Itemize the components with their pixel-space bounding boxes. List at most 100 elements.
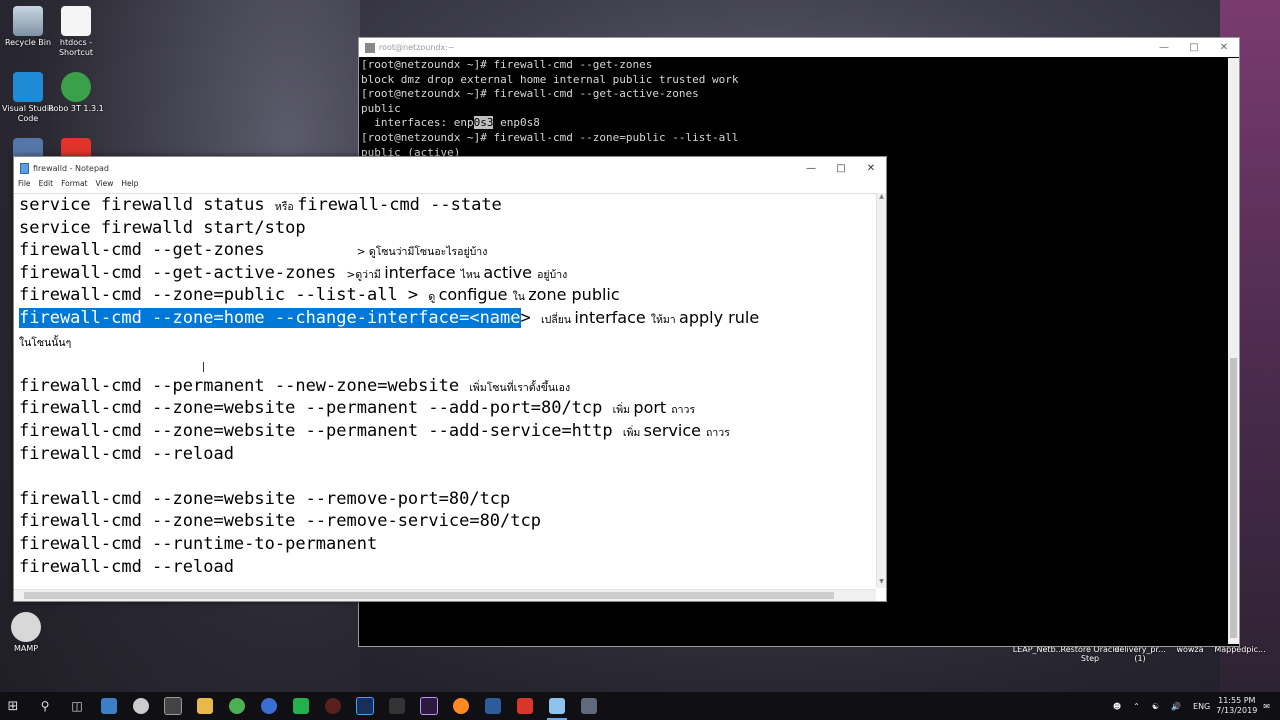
chevron-up-icon[interactable]: ⌃ (1133, 702, 1140, 711)
line-icon (293, 698, 309, 714)
text-line: firewall-cmd --reload (19, 443, 234, 464)
taskbar-app[interactable] (384, 692, 410, 720)
virtualbox-icon (485, 698, 501, 714)
taskbar-app[interactable] (192, 692, 218, 720)
taskbar-app[interactable] (224, 692, 250, 720)
horizontal-scroll-thumb[interactable] (24, 592, 834, 599)
taskbar-app[interactable] (160, 692, 186, 720)
text-line: service firewalld status หรือ firewall-c… (19, 194, 502, 218)
minimize-icon[interactable]: — (796, 163, 826, 174)
notification-icon[interactable]: ✉ (1263, 702, 1270, 711)
text-line: firewall-cmd --get-active-zones >ดูว่ามี… (19, 262, 567, 286)
text-segment: เพิ่มโซนที่เราตั้งขึ้นเอง (469, 381, 571, 394)
notepad-icon (20, 162, 29, 174)
taskbar-app[interactable] (448, 692, 474, 720)
people-icon[interactable]: ☻ (1113, 702, 1121, 711)
close-icon[interactable]: ✕ (1209, 42, 1239, 53)
clock[interactable]: 11:55 PM 7/13/2019 (1216, 696, 1257, 716)
text-segment: ไหน (460, 268, 484, 281)
mamp-elephant-icon (11, 612, 41, 642)
notepad-title-bar[interactable]: firewalld - Notepad — □ ✕ (14, 157, 886, 179)
terminal-icon (365, 42, 375, 53)
taskbar-app[interactable] (416, 692, 442, 720)
text-segment: อยู่บ้าง (537, 268, 568, 281)
terminal-output[interactable]: [root@netzoundx ~]# firewall-cmd --get-z… (359, 57, 1239, 161)
terminal-line: public (361, 101, 401, 115)
taskbar-app[interactable] (320, 692, 346, 720)
notepad-text-area[interactable]: service firewalld status หรือ firewall-c… (14, 193, 876, 589)
photoshop-icon (356, 697, 374, 715)
text-segment: ดู (428, 291, 439, 304)
app-icon (325, 698, 341, 714)
taskbar-app[interactable] (96, 692, 122, 720)
language-indicator[interactable]: ENG (1193, 702, 1210, 711)
text-segment: หรือ (274, 201, 298, 213)
premiere-icon (420, 697, 438, 715)
terminal-text: enp0s8 (493, 116, 540, 130)
menu-file[interactable]: File (18, 179, 31, 192)
wifi-icon[interactable]: ☯ (1152, 702, 1159, 711)
text-line: firewall-cmd --zone=website --remove-ser… (19, 511, 541, 532)
menu-edit[interactable]: Edit (39, 179, 54, 192)
app-icon (581, 698, 597, 714)
text-segment: ใน (512, 291, 529, 304)
search-icon: ⚲ (40, 699, 50, 713)
text-segment: active (483, 262, 538, 282)
menu-view[interactable]: View (96, 179, 114, 192)
text-segment: configue (438, 285, 513, 305)
start-button[interactable]: ⊞ (0, 692, 26, 720)
text-segment: firewall-cmd --get-active-zones (19, 262, 347, 283)
text-line: firewall-cmd --zone=website --permanent … (19, 397, 695, 421)
volume-icon[interactable]: 🔊 (1171, 702, 1181, 711)
taskbar-app[interactable] (576, 692, 602, 720)
desktop-icon-mamp[interactable]: MAMP (0, 612, 54, 654)
selected-text: firewall-cmd --zone=home --change-interf… (19, 308, 521, 328)
minimize-icon[interactable]: — (1149, 42, 1179, 53)
desktop-icon-robo3t[interactable]: Robo 3T 1.3.1 (48, 72, 104, 114)
taskbar-app[interactable] (256, 692, 282, 720)
menu-help[interactable]: Help (121, 179, 138, 192)
taskbar-app[interactable] (352, 692, 378, 720)
close-icon[interactable]: ✕ (856, 163, 886, 174)
maximize-icon[interactable]: □ (1179, 42, 1209, 53)
text-segment: > (520, 308, 541, 328)
text-line: firewall-cmd --zone=home --change-interf… (19, 307, 759, 331)
terminal-title-bar[interactable]: root@netzoundx:~ — □ ✕ (359, 38, 1239, 57)
taskbar-app[interactable] (512, 692, 538, 720)
text-segment: service firewalld status (19, 195, 275, 215)
terminal-line: block dmz drop external home internal pu… (361, 72, 739, 86)
notepad-menu-bar: File Edit Format View Help (14, 179, 886, 192)
desktop-icon-label: Visual Studio Code (2, 104, 54, 123)
notepad-window[interactable]: firewalld - Notepad — □ ✕ File Edit Form… (13, 156, 887, 602)
taskbar-app[interactable] (128, 692, 154, 720)
scroll-up-icon[interactable]: ▲ (877, 193, 886, 203)
text-line: firewall-cmd --get-zones > ดูโซนว่ามีโซน… (19, 239, 487, 263)
search-button[interactable]: ⚲ (32, 692, 58, 720)
text-line: firewall-cmd --runtime-to-permanent (19, 534, 378, 554)
clock-date: 7/13/2019 (1216, 706, 1258, 715)
text-segment: firewall-cmd --state (297, 195, 502, 215)
notepad-vertical-scrollbar[interactable]: ▲ ▼ (876, 193, 886, 588)
taskbar-app[interactable] (288, 692, 314, 720)
desktop-icon-htdocs[interactable]: htdocs - Shortcut (48, 6, 104, 58)
windows-logo-icon: ⊞ (7, 698, 19, 714)
terminal-line: [root@netzoundx ~]# firewall-cmd --get-a… (361, 87, 699, 101)
text-segment: >ดูว่ามี (346, 268, 385, 281)
notepad-icon (549, 698, 565, 714)
scroll-down-icon[interactable]: ▼ (877, 578, 886, 588)
text-segment: เพิ่ม (622, 427, 644, 439)
text-segment: ถาวร (706, 427, 730, 439)
maximize-icon[interactable]: □ (826, 163, 856, 174)
terminal-scroll-thumb[interactable] (1230, 358, 1237, 638)
taskbar-app[interactable] (480, 692, 506, 720)
menu-format[interactable]: Format (61, 179, 87, 192)
vscode-icon (13, 72, 43, 102)
terminal-line: [root@netzoundx ~]# firewall-cmd --zone=… (361, 130, 739, 144)
notepad-horizontal-scrollbar[interactable] (14, 589, 876, 601)
text-segment: ถาวร (671, 404, 696, 417)
app-icon (133, 698, 149, 714)
text-line: firewall-cmd --reload (19, 556, 234, 577)
task-view-button[interactable]: ◫ (64, 692, 90, 720)
terminal-scrollbar[interactable] (1228, 58, 1239, 644)
taskbar-app-notepad[interactable] (544, 692, 570, 720)
